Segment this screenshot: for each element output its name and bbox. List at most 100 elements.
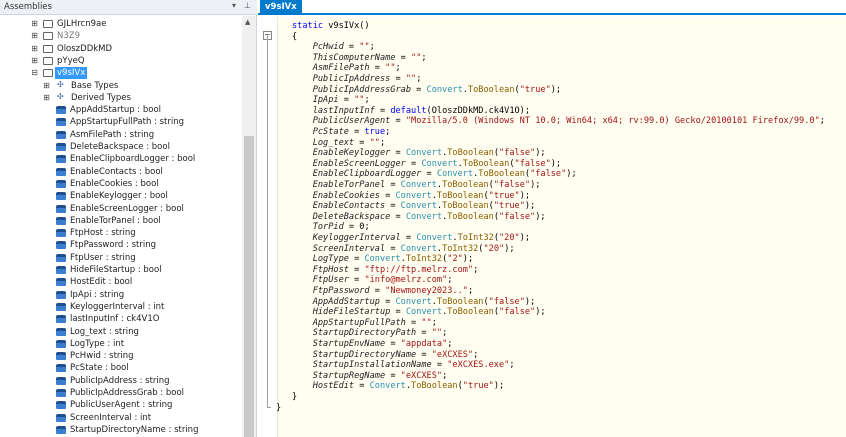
field-icon [56, 130, 66, 139]
tree-item-publicipaddressgrab[interactable]: PublicIpAddressGrab : bool [0, 387, 242, 399]
tree-item-enabletorpanel[interactable]: EnableTorPanel : bool [0, 215, 242, 227]
tree-item-enablecontacts[interactable]: EnableContacts : bool [0, 166, 242, 178]
tree-item-publicuseragent[interactable]: PublicUserAgent : string [0, 399, 242, 411]
tree-item-screeninterval[interactable]: ScreenInterval : int [0, 412, 242, 424]
tree-item-enablecookies[interactable]: EnableCookies : bool [0, 178, 242, 190]
tree-item-n3z9[interactable]: ⊞ N3Z9 [0, 30, 242, 42]
code-token: Convert [405, 307, 443, 318]
code-token: TorPid [292, 222, 344, 233]
tree-item-asmfilepath[interactable]: AsmFilePath : string [0, 129, 242, 141]
code-line: FtpHost = "ftp://ftp.melrz.com"; [292, 264, 479, 276]
field-icon [56, 327, 66, 336]
tree-item-pchwid[interactable]: PcHwid : string [0, 350, 242, 362]
namespace-icon [43, 69, 53, 78]
code-token: } [276, 402, 282, 413]
code-token: Convert [426, 84, 463, 95]
code-token: { [292, 31, 298, 42]
tree-item-ftphost[interactable]: FtpHost : string [0, 227, 242, 239]
tree-scrollbar[interactable]: ▲ [242, 16, 256, 437]
expand-icon[interactable]: ⊞ [30, 30, 39, 42]
tree-item-label: OloszDDkMD [57, 43, 113, 54]
tree-item-label: HideFileStartup : bool [70, 265, 162, 275]
tree-item-keyloggerinterval[interactable]: KeyloggerInterval : int [0, 301, 242, 313]
expand-icon[interactable]: ⊞ [30, 18, 39, 30]
tree-item-v9sivx[interactable]: ⊟ v9sIVx [0, 67, 242, 80]
pin-icon[interactable]: ⊥ [244, 1, 251, 10]
code-line: TorPid = 0; [292, 222, 370, 233]
code-token: EnableClipboardLogger [292, 169, 422, 180]
code-token: "eXCXES.exe" [447, 360, 510, 371]
code-token: AsmFilePath [292, 63, 370, 74]
tree-item-logtype[interactable]: LogType : int [0, 338, 242, 350]
tree-item-label: FtpPassword : string [70, 240, 156, 251]
field-icon [56, 192, 66, 201]
code-token: = [390, 74, 406, 84]
code-token: "false" [499, 307, 536, 318]
dropdown-icon[interactable]: ▾ [232, 1, 236, 10]
field-icon [56, 389, 66, 397]
scroll-up-icon[interactable]: ▲ [245, 18, 250, 26]
tree-item-lastinputinf[interactable]: lastInputInf : ck4V1O [0, 313, 242, 325]
tree-item-label: EnableScreenLogger : bool [70, 203, 184, 214]
tree-item-publicipaddress[interactable]: PublicIpAddress : string [0, 375, 242, 387]
field-icon [56, 376, 66, 385]
tree-item-ipapi[interactable]: IpApi : string [0, 289, 242, 301]
field-icon [56, 302, 66, 311]
tree-item-derived[interactable]: ⊞ ✣ Derived Types [0, 92, 242, 104]
code-token: ToBoolean [462, 158, 510, 169]
tree-item-enablekeylogger[interactable]: EnableKeylogger : bool [0, 190, 242, 202]
code-line: StartupDirectoryName = "eXCXES"; [292, 349, 479, 361]
expand-icon[interactable]: ⊞ [42, 80, 51, 92]
expand-icon[interactable]: ⊞ [30, 55, 39, 67]
code-token: "" [411, 52, 422, 63]
code-token: FtpHost [292, 264, 349, 275]
code-token: = [348, 254, 365, 265]
tree-item-pcstate[interactable]: PcState : bool [0, 362, 242, 374]
code-token: ; [473, 264, 479, 275]
code-token: = [354, 137, 370, 148]
code-token: ); [530, 180, 541, 190]
code-token: StartupInstallationName [292, 360, 432, 371]
tree-item-startupdirectoryname[interactable]: StartupDirectoryName : string [0, 424, 242, 436]
tree-item-ftpuser[interactable]: FtpUser : string [0, 252, 242, 264]
code-token: PcHwid [292, 42, 344, 53]
tree-item-pyyeq[interactable]: ⊞ pYyeQ [0, 55, 242, 67]
code-token: ); [519, 190, 531, 201]
code-line: EnableTorPanel = Convert.ToBoolean("fals… [292, 180, 541, 191]
code-token: "20" [499, 233, 520, 243]
tree-item-label: PublicIpAddress : string [70, 375, 170, 386]
code-line: HostEdit = Convert.ToBoolean("true"); [292, 381, 505, 392]
tree-item-enablescreenlogger[interactable]: EnableScreenLogger : bool [0, 203, 242, 215]
expand-icon[interactable]: ⊞ [30, 43, 39, 55]
code-token: "" [421, 317, 432, 328]
code-line: StartupInstallationName = "eXCXES.exe"; [292, 360, 515, 371]
code-token: EnableKeylogger [292, 148, 391, 159]
tree-item-gjlhrcn9ae[interactable]: ⊞ GJLHrcn9ae [0, 18, 242, 30]
tree-item-deletebackspace[interactable]: DeleteBackspace : bool [0, 141, 242, 153]
assemblies-header: Assemblies ▾ ⊥ [0, 0, 257, 15]
tree-item-oloszddkmd[interactable]: ⊞ OloszDDkMD [0, 43, 242, 55]
tree-item-appaddstartup[interactable]: AppAddStartup : bool [0, 104, 242, 116]
expand-icon[interactable]: ⊞ [42, 92, 51, 104]
code-token: PublicIpAddress [292, 74, 391, 84]
tree-item-ftppassword[interactable]: FtpPassword : string [0, 239, 242, 251]
code-token: ToInt32 [405, 254, 443, 265]
tree-item-hostedit[interactable]: HostEdit : bool [0, 276, 242, 288]
code-token: ToBoolean [436, 296, 484, 307]
tree-item-appstartupfullpath[interactable]: AppStartupFullPath : string [0, 116, 242, 128]
scrollbar-thumb[interactable] [244, 136, 254, 437]
assemblies-title: Assemblies [4, 2, 52, 12]
code-editor[interactable]: − static v9sIVx(){ PcHwid = ""; ThisComp… [258, 17, 846, 437]
field-icon [56, 352, 66, 361]
tree-item-base[interactable]: ⊞ ✣ Base Types [0, 80, 242, 92]
tree-item-log_text[interactable]: Log_text : string [0, 326, 242, 338]
tree-item-enableclipboardlogger[interactable]: EnableClipboardLogger : bool [0, 153, 242, 165]
code-token: "eXCXES" [431, 349, 474, 360]
code-token: "" [369, 137, 380, 148]
code-token: EnableCookies [292, 190, 380, 201]
code-line: AsmFilePath = ""; [292, 63, 401, 74]
tab-v9sivx[interactable]: v9sIVx [260, 0, 302, 15]
tree-item-hidefilestartup[interactable]: HideFileStartup : bool [0, 264, 242, 276]
collapse-icon[interactable]: ⊟ [30, 67, 39, 79]
code-token: ; [442, 328, 448, 339]
